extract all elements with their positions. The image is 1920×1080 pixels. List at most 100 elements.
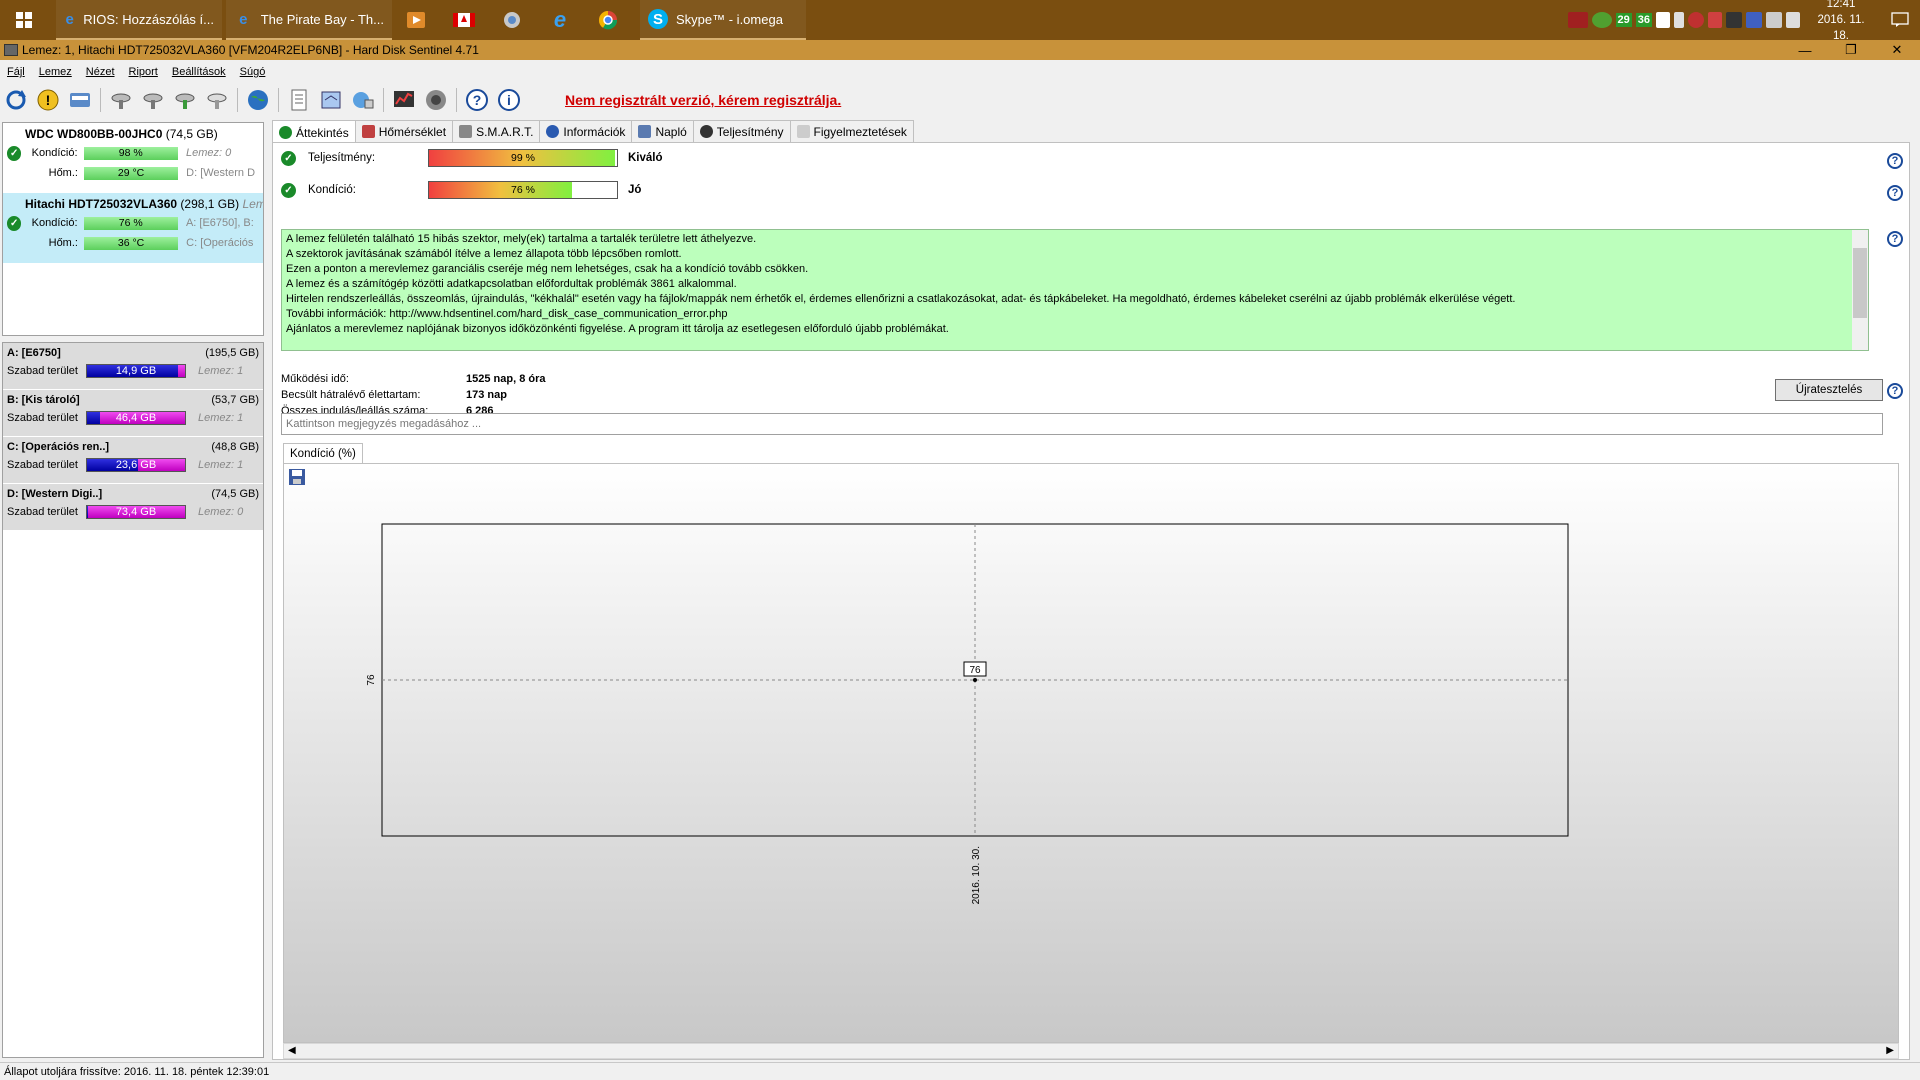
performance-icon[interactable]: [390, 86, 418, 114]
log-icon: [638, 125, 652, 138]
clock[interactable]: 12:41 2016. 11. 18.: [1802, 0, 1880, 44]
y-tick-label: 76: [366, 674, 377, 686]
menu-settings[interactable]: Beállítások: [172, 66, 226, 78]
disk-item-wdc[interactable]: WDC WD800BB-00JHC0 (74,5 GB) ✓ Kondíció:…: [3, 123, 263, 193]
maximize-button[interactable]: ❐: [1828, 40, 1874, 60]
menu-view[interactable]: Nézet: [86, 66, 115, 78]
condition-chart: 76 76 2016. 10. 30.: [283, 463, 1899, 1043]
tab-performance[interactable]: Teljesítmény: [692, 120, 791, 142]
scroll-left-icon[interactable]: ◀: [288, 1045, 296, 1056]
info-icon: [546, 125, 560, 138]
network-icon[interactable]: [1766, 12, 1782, 28]
app-icon[interactable]: [488, 0, 536, 40]
minimize-button[interactable]: —: [1782, 40, 1828, 60]
message-scrollbar[interactable]: [1852, 230, 1868, 350]
partition-item[interactable]: B: [Kis tároló] (53,7 GB) Szabad terület …: [3, 390, 263, 437]
ie-icon[interactable]: e: [536, 0, 584, 40]
menu-disk[interactable]: Lemez: [39, 66, 72, 78]
right-pane: Áttekintés Hőmérséklet S.M.A.R.T. Inform…: [270, 120, 1920, 1060]
disk-stats: Működési idő: 1525 nap, 8 óra Becsült hát…: [281, 373, 546, 417]
help-icon[interactable]: ?: [1887, 231, 1903, 247]
canada-flag-icon[interactable]: [440, 0, 488, 40]
tab-log[interactable]: Napló: [631, 120, 694, 142]
disk-info-icon[interactable]: [66, 86, 94, 114]
message-line: Ezen a ponton a merevlemez garanciális c…: [286, 263, 809, 275]
window-title: Lemez: 1, Hitachi HDT725032VLA360 [VFM20…: [22, 43, 479, 57]
shield-icon[interactable]: [1656, 12, 1670, 28]
tray-temp-2[interactable]: 36: [1635, 13, 1652, 27]
notifications-icon[interactable]: [1880, 0, 1920, 40]
leaf-icon[interactable]: [1591, 12, 1612, 28]
svg-text:i: i: [507, 92, 511, 108]
language-icon[interactable]: [1746, 12, 1762, 28]
help-icon[interactable]: ?: [1887, 383, 1903, 399]
hdd-test-4-icon[interactable]: [203, 86, 231, 114]
gauge-icon: [699, 125, 713, 138]
warning-icon[interactable]: !: [34, 86, 62, 114]
help-icon[interactable]: ?: [1887, 153, 1903, 169]
tab-alerts[interactable]: Figyelmeztetések: [789, 120, 914, 142]
save-icon[interactable]: [288, 468, 306, 486]
condition-bar: 98 %: [83, 146, 178, 160]
taskbar-item-skype[interactable]: S Skype™ - i.omega: [640, 0, 806, 40]
hdd-test-3-icon[interactable]: [171, 86, 199, 114]
send-report-icon[interactable]: [317, 86, 345, 114]
chart-tab-condition[interactable]: Kondíció (%): [283, 443, 363, 463]
free-space-bar: 23,6 GB: [86, 458, 186, 472]
close-button[interactable]: ✕: [1874, 40, 1920, 60]
tab-overview[interactable]: Áttekintés: [272, 120, 356, 144]
partition-list: A: [E6750] (195,5 GB) Szabad terület 14,9…: [2, 342, 264, 1058]
speaker-muted-icon[interactable]: [1708, 12, 1722, 28]
menu-file[interactable]: Fájl: [7, 66, 25, 78]
tab-temperature[interactable]: Hőmérséklet: [354, 120, 454, 142]
data-point: [973, 678, 977, 682]
free-space-bar: 73,4 GB: [86, 505, 186, 519]
x-tick-label: 2016. 10. 30.: [971, 846, 982, 904]
tray-app-icon[interactable]: [1567, 12, 1588, 28]
hdd-test-2-icon[interactable]: [139, 86, 167, 114]
display-icon[interactable]: [1726, 12, 1742, 28]
chrome-icon[interactable]: [584, 0, 632, 40]
unregistered-link[interactable]: Nem regisztrált verzió, kérem regisztrál…: [565, 92, 841, 108]
disk-item-hitachi[interactable]: Hitachi HDT725032VLA360 (298,1 GB) Leme …: [3, 193, 263, 263]
chart-scrollbar[interactable]: ◀ ▶: [283, 1043, 1899, 1059]
help-icon[interactable]: ?: [463, 86, 491, 114]
taskbar-item-rios[interactable]: e RIOS: Hozzászólás í...: [56, 0, 222, 40]
globe-icon[interactable]: [244, 86, 272, 114]
hard-disk-sentinel-icon[interactable]: [4, 44, 18, 56]
hdd-test-icon[interactable]: [107, 86, 135, 114]
network-report-icon[interactable]: [349, 86, 377, 114]
scroll-right-icon[interactable]: ▶: [1886, 1045, 1894, 1056]
retest-button[interactable]: Újratesztelés: [1775, 379, 1883, 401]
taskbar-item-piratebay[interactable]: e The Pirate Bay - Th...: [226, 0, 392, 40]
volume-icon[interactable]: [1786, 12, 1800, 28]
info-icon[interactable]: i: [495, 86, 523, 114]
menu-report[interactable]: Riport: [129, 66, 158, 78]
media-player-icon[interactable]: [392, 0, 440, 40]
edge-icon: e: [239, 10, 248, 28]
tray-temp-1[interactable]: 29: [1615, 13, 1632, 27]
windows-icon: [16, 12, 32, 28]
svg-text:?: ?: [473, 92, 482, 108]
tab-smart[interactable]: S.M.A.R.T.: [452, 120, 541, 142]
tab-information[interactable]: Információk: [539, 120, 633, 142]
status-message-box[interactable]: A lemez felületén található 15 hibás sze…: [281, 229, 1869, 351]
help-icon[interactable]: ?: [1887, 185, 1903, 201]
start-button[interactable]: [0, 0, 48, 40]
menu-help[interactable]: Súgó: [240, 66, 266, 78]
report-icon[interactable]: [285, 86, 313, 114]
partition-item[interactable]: A: [E6750] (195,5 GB) Szabad terület 14,9…: [3, 343, 263, 390]
toolbar: ! ? i Nem regisztrált verzió, kérem regi…: [0, 84, 1920, 116]
note-input[interactable]: Kattintson megjegyzés megadásához ...: [281, 413, 1883, 435]
free-space-bar: 14,9 GB: [86, 364, 186, 378]
usb-icon[interactable]: [1674, 12, 1684, 28]
refresh-icon[interactable]: [2, 86, 30, 114]
alert-icon: [796, 125, 810, 138]
partition-item[interactable]: C: [Operációs ren..] (48,8 GB) Szabad ter…: [3, 437, 263, 484]
data-label: 76: [969, 665, 981, 676]
message-line: Hirtelen rendszerleállás, összeomlás, új…: [286, 293, 1516, 305]
edge-icon: e: [65, 10, 74, 28]
partition-item[interactable]: D: [Western Digi..] (74,5 GB) Szabad terü…: [3, 484, 263, 531]
antivirus-icon[interactable]: [1688, 12, 1704, 28]
audio-icon[interactable]: [422, 86, 450, 114]
